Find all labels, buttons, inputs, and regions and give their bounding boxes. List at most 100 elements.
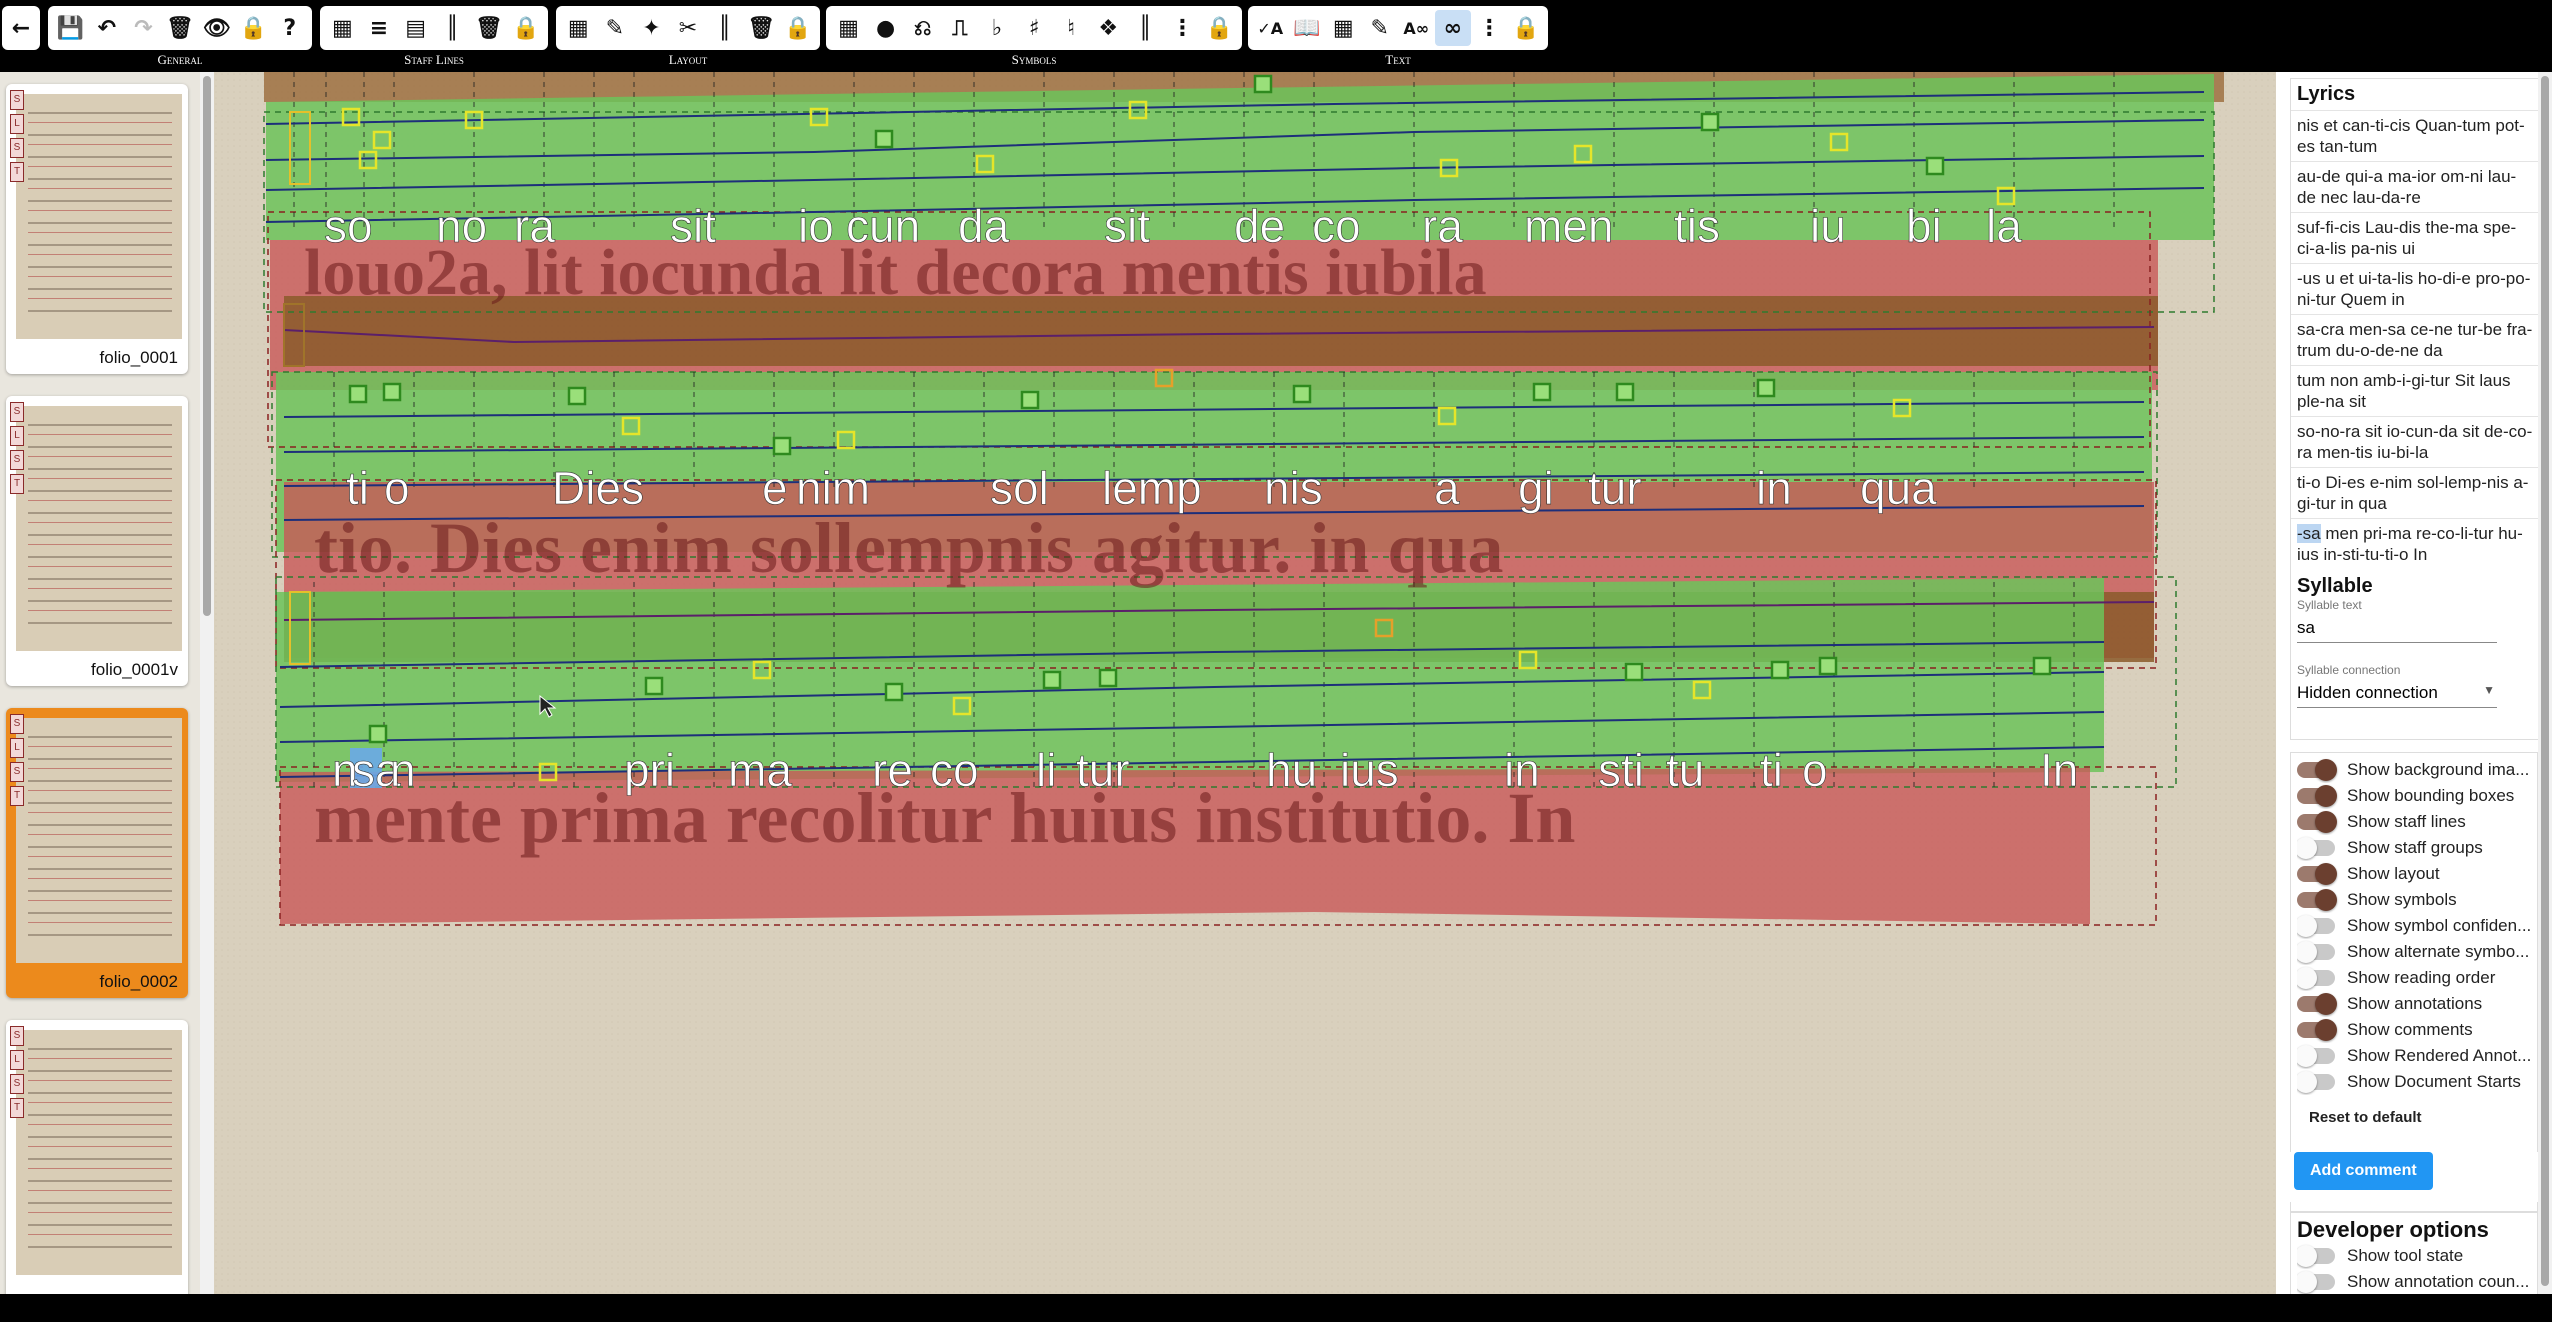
split-node-icon[interactable]: ❖ [1090,10,1127,46]
lyric-line[interactable]: ti-o Di-es e-nim sol-lemp-nis a-gi-tur i… [2291,467,2539,518]
syllable[interactable]: iu [1810,200,1846,253]
syllable[interactable]: sol [990,462,1049,515]
toggle-switch[interactable] [2297,915,2335,937]
back-button[interactable]: ← [2,6,40,50]
syllable[interactable]: pri [624,744,676,797]
draw-lines-icon[interactable]: ≡ [361,10,398,46]
book-icon[interactable]: 📖 [1289,10,1326,46]
scissors-icon[interactable]: ✂ [670,10,707,46]
syllable[interactable]: da [958,200,1010,253]
link-text-icon[interactable]: A∞ [1398,10,1435,46]
syllable[interactable]: qua [1860,462,1938,515]
syllable[interactable]: in [1756,462,1792,515]
toggle-staff-lines[interactable]: Show staff lines [2297,809,2531,835]
clef-f-icon[interactable]: ⎍ [941,10,978,46]
syllable[interactable]: Dies [552,462,645,515]
toggle-comments[interactable]: Show comments [2297,1017,2531,1043]
lyric-line[interactable]: tum non amb-i-gi-tur Sit laus ple-na sit [2291,365,2539,416]
syllable[interactable]: ra [514,200,556,253]
columns-icon[interactable]: ║ [706,10,743,46]
syllable[interactable]: co [930,744,979,797]
syllable[interactable]: tu [1666,744,1705,797]
toggle-switch[interactable] [2297,1071,2335,1093]
syllable[interactable]: lemp [1102,462,1202,515]
syllable[interactable]: sti [1598,744,1645,797]
redo-icon[interactable]: ↷ [125,10,162,46]
syllable[interactable]: no [436,200,488,253]
syllable[interactable]: ti [1760,744,1784,797]
toggle-switch[interactable] [2297,1045,2335,1067]
more-vertical-icon[interactable]: ⋮ [1164,10,1201,46]
staff-group-icon[interactable]: ▤ [397,10,434,46]
syllable[interactable]: so [324,200,373,253]
syllable[interactable]: in [1504,744,1540,797]
spellcheck-icon[interactable]: ✓A [1252,10,1289,46]
syllable[interactable]: ma [728,744,793,797]
syllable[interactable]: bi [1906,200,1942,253]
syllable[interactable]: de [1234,200,1286,253]
pencil-icon[interactable]: ✎ [1362,10,1399,46]
thumbnail-folio-0001[interactable]: SLST folio_0001 [6,84,188,374]
syllable[interactable]: ius [1340,744,1399,797]
toggle-switch[interactable] [2297,1271,2335,1293]
syllable[interactable]: ra [1422,200,1464,253]
pencil-icon[interactable]: ✎ [597,10,634,46]
sharp-icon[interactable]: ♯ [1015,10,1052,46]
syllable[interactable]: nis [1264,462,1323,515]
flat-icon[interactable]: ♭ [978,10,1015,46]
toggle-switch[interactable] [2297,811,2337,833]
help-icon[interactable]: ? [271,10,308,46]
toggle-switch[interactable] [2297,837,2335,859]
toggle-bounding-boxes[interactable]: Show bounding boxes [2297,783,2531,809]
magic-wand-icon[interactable]: ✦ [633,10,670,46]
toggle-background-image[interactable]: Show background ima... [2297,757,2531,783]
eye-icon[interactable]: 👁 [198,10,235,46]
undo-icon[interactable]: ↶ [89,10,126,46]
lyric-line[interactable]: so-no-ra sit io-cun-da sit de-co-ra men-… [2291,416,2539,467]
syllable[interactable]: hu [1266,744,1318,797]
syllable[interactable]: nim [796,462,871,515]
panel-scrollbar[interactable] [2538,72,2552,1294]
toggle-switch[interactable] [2297,785,2337,807]
syllable[interactable]: gi [1518,462,1554,515]
syllable[interactable]: tis [1674,200,1721,253]
toggle-annotation-count[interactable]: Show annotation coun... [2297,1269,2531,1294]
syllable[interactable]: o [1802,744,1828,797]
natural-icon[interactable]: ♮ [1053,10,1090,46]
thumbnail-scrollbar[interactable] [200,72,214,1294]
toggle-switch[interactable] [2297,889,2337,911]
toggle-switch[interactable] [2297,863,2337,885]
lock-icon[interactable]: 🔒 [1201,10,1238,46]
toggle-switch[interactable] [2297,1245,2335,1267]
syllable[interactable]: tur [1076,744,1130,797]
syllable[interactable]: a [1434,462,1461,515]
syllable[interactable]: In [2040,744,2079,797]
delete-icon[interactable]: 🗑 [743,10,780,46]
columns-icon[interactable]: ║ [1127,10,1164,46]
syllable[interactable]: re [872,744,914,797]
lock-icon[interactable]: 🔒 [1508,10,1545,46]
syllable[interactable]: co [1312,200,1361,253]
toggle-tool-state[interactable]: Show tool state [2297,1243,2531,1269]
syllable[interactable]: men [1524,200,1614,253]
toggle-staff-groups[interactable]: Show staff groups [2297,835,2531,861]
syllable[interactable]: o [384,462,410,515]
toggle-reading-order[interactable]: Show reading order [2297,965,2531,991]
syllable[interactable]: li [1036,744,1057,797]
lock-icon[interactable]: 🔒 [507,10,544,46]
neume-icon[interactable]: ● [867,10,904,46]
select-icon[interactable]: ▦ [830,10,867,46]
select-icon[interactable]: ▦ [1325,10,1362,46]
clef-c-icon[interactable]: ⎌ [904,10,941,46]
syllable-text-input[interactable]: sa [2297,612,2497,643]
toggle-switch[interactable] [2297,759,2337,781]
syllable[interactable]: ti [346,462,370,515]
lyric-line[interactable]: sa-cra men-sa ce-ne tur-be fra-trum du-o… [2291,314,2539,365]
syllable[interactable]: io [798,200,834,253]
select-icon[interactable]: ▦ [324,10,361,46]
lyric-line[interactable]: au-de qui-a ma-ior om-ni lau-de nec lau-… [2291,161,2539,212]
split-icon[interactable]: ║ [434,10,471,46]
reset-to-default-button[interactable]: Reset to default [2297,1095,2531,1140]
lyric-line-current[interactable]: -sa men pri-ma re-co-li-tur hu-ius in-st… [2291,518,2539,569]
delete-icon[interactable]: 🗑 [162,10,199,46]
